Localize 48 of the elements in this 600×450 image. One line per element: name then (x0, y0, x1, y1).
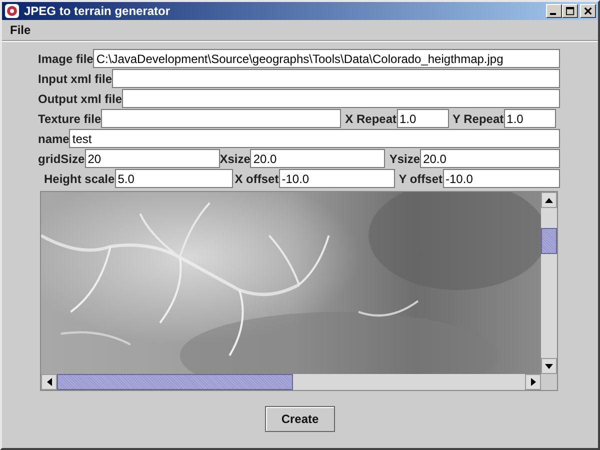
text-field[interactable] (101, 109, 342, 128)
minimize-icon (550, 13, 556, 15)
scroll-right-button[interactable] (525, 374, 541, 390)
field-label: X offset (234, 172, 279, 186)
text-field[interactable]: 20 (84, 149, 220, 168)
field-label: Height scale (44, 172, 115, 186)
field-label: name (38, 132, 70, 146)
text-field[interactable]: 20.0 (420, 149, 560, 168)
scroll-thumb[interactable] (541, 228, 557, 254)
app-icon (4, 3, 20, 19)
menu-item[interactable]: File (10, 23, 31, 37)
close-button[interactable] (580, 4, 596, 18)
window-title: JPEG to terrain generator (24, 4, 172, 18)
right-arrow-icon (530, 378, 536, 386)
field-label: Y Repeat (452, 112, 504, 126)
text-field[interactable] (122, 89, 560, 108)
maximize-icon (566, 6, 574, 16)
field-label: Texture file (38, 112, 102, 126)
text-field[interactable] (112, 69, 560, 88)
up-arrow-icon (545, 198, 554, 202)
horizontal-scrollbar[interactable] (41, 374, 541, 390)
text-field[interactable]: -10.0 (442, 169, 560, 188)
scroll-up-button[interactable] (541, 192, 557, 208)
text-field[interactable]: 1.0 (504, 109, 556, 128)
field-label: X Repeat (345, 112, 396, 126)
field-label: Input xml file (38, 72, 112, 86)
text-field[interactable]: C:\JavaDevelopment\Source\geographs\Tools\Data\Colorado_heigthmap.jpg (93, 49, 560, 68)
text-field[interactable]: test (69, 129, 560, 148)
maximize-button[interactable] (562, 4, 578, 18)
scroll-down-button[interactable] (541, 358, 557, 374)
field-label: gridSize (38, 152, 85, 166)
scroll-left-button[interactable] (41, 374, 57, 390)
create-button[interactable]: Create (265, 406, 335, 432)
field-label: Image file (38, 52, 94, 66)
down-arrow-icon (545, 364, 554, 368)
close-icon (584, 6, 592, 16)
text-field[interactable]: 5.0 (114, 169, 233, 188)
field-label: Xsize (220, 152, 250, 166)
minimize-button[interactable] (546, 4, 562, 18)
text-field[interactable]: -10.0 (278, 169, 395, 188)
scroll-thumb[interactable] (57, 374, 293, 390)
vertical-scrollbar[interactable] (541, 192, 557, 374)
left-arrow-icon (46, 378, 52, 386)
text-field[interactable]: 1.0 (396, 109, 448, 128)
field-label: Y offset (398, 172, 443, 186)
field-label: Ysize (389, 152, 420, 166)
text-field[interactable]: 20.0 (250, 149, 386, 168)
field-label: Output xml file (38, 92, 122, 106)
